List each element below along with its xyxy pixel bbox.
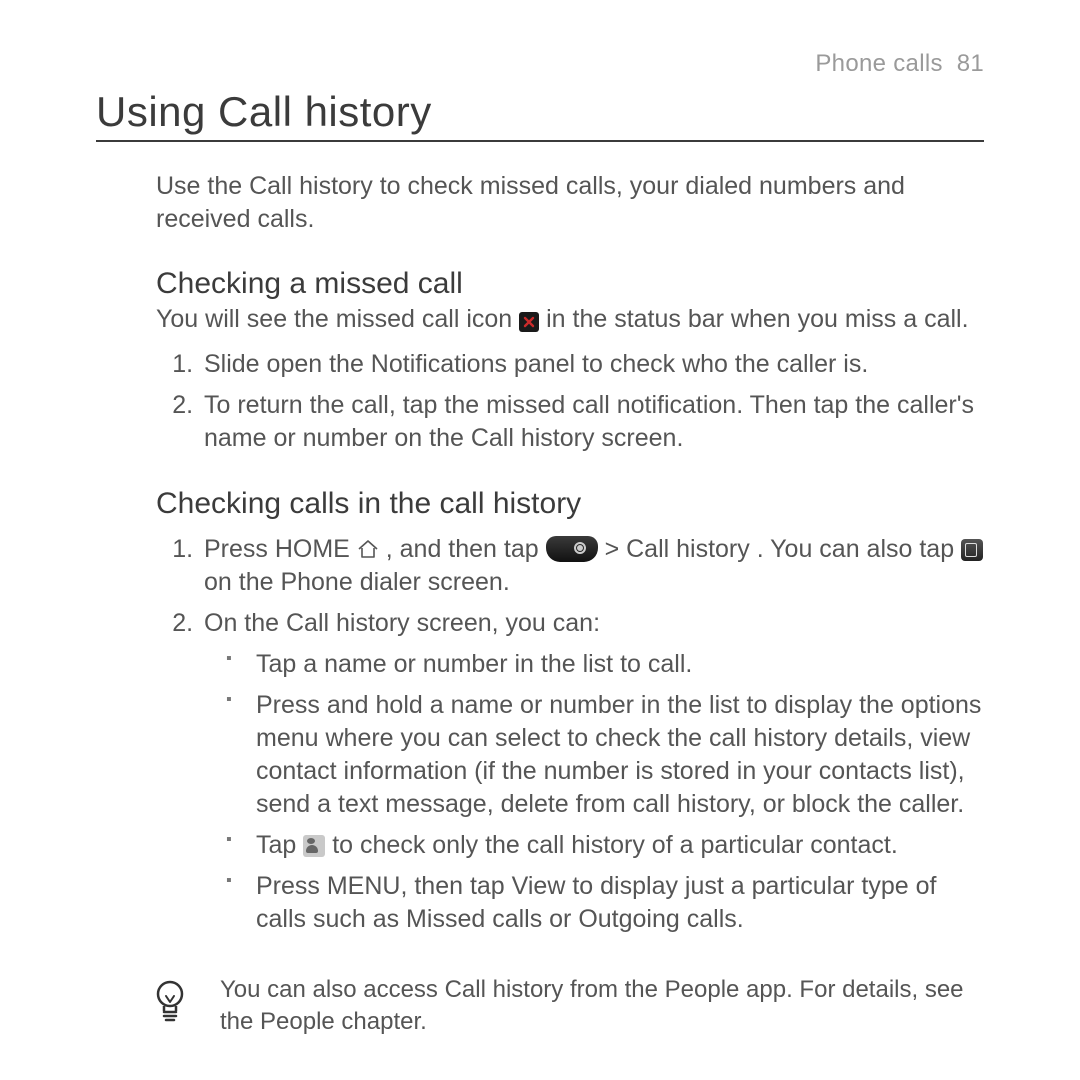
list-item: Press and hold a name or number in the l… bbox=[226, 689, 984, 821]
missed-call-icon bbox=[519, 312, 539, 332]
phone-button-icon bbox=[546, 536, 598, 562]
call-history-tab-icon bbox=[961, 539, 983, 561]
text: in the status bar when you miss a call. bbox=[546, 305, 968, 333]
section-heading-missed: Checking a missed call bbox=[156, 267, 984, 301]
text: , and then tap bbox=[386, 535, 546, 563]
page-body: Use the Call history to check missed cal… bbox=[96, 170, 984, 1037]
tip-text: You can also access Call history from th… bbox=[220, 974, 984, 1037]
view-ref: View bbox=[512, 872, 566, 900]
home-icon bbox=[357, 539, 379, 559]
manual-page: Phone calls 81 Using Call history Use th… bbox=[0, 0, 1080, 1080]
text: to check only the call history of a part… bbox=[332, 831, 898, 859]
lightbulb-icon bbox=[150, 974, 190, 1024]
running-header: Phone calls 81 bbox=[96, 50, 984, 78]
page-number: 81 bbox=[957, 50, 984, 77]
contact-history-icon bbox=[303, 835, 325, 857]
section-heading-history: Checking calls in the call history bbox=[156, 487, 984, 521]
list-item: Tap to check only the call history of a … bbox=[226, 829, 984, 862]
history-options: Tap a name or number in the list to call… bbox=[204, 648, 984, 936]
list-item: Press HOME , and then tap > Call history… bbox=[200, 533, 984, 599]
intro-paragraph: Use the Call history to check missed cal… bbox=[156, 170, 984, 235]
text: . You can also tap bbox=[757, 535, 961, 563]
list-item: Slide open the Notifications panel to ch… bbox=[200, 348, 984, 381]
list-item: To return the call, tap the missed call … bbox=[200, 389, 984, 455]
section-name: Phone calls bbox=[815, 50, 942, 77]
call-history-ref: > Call history bbox=[605, 535, 750, 563]
history-steps: Press HOME , and then tap > Call history… bbox=[156, 533, 984, 936]
list-item: Tap a name or number in the list to call… bbox=[226, 648, 984, 681]
text: Press MENU, then tap bbox=[256, 872, 512, 900]
tip-block: You can also access Call history from th… bbox=[150, 974, 984, 1037]
text: You will see the missed call icon bbox=[156, 305, 519, 333]
missed-lead: You will see the missed call icon in the… bbox=[156, 303, 984, 336]
page-title: Using Call history bbox=[96, 88, 984, 142]
text: Press HOME bbox=[204, 535, 357, 563]
list-item: On the Call history screen, you can: Tap… bbox=[200, 607, 984, 936]
missed-steps: Slide open the Notifications panel to ch… bbox=[156, 348, 984, 455]
list-item: Press MENU, then tap View to display jus… bbox=[226, 870, 984, 936]
text: on the Phone dialer screen. bbox=[204, 568, 510, 596]
text: On the Call history screen, you can: bbox=[204, 609, 600, 637]
text: Tap bbox=[256, 831, 303, 859]
